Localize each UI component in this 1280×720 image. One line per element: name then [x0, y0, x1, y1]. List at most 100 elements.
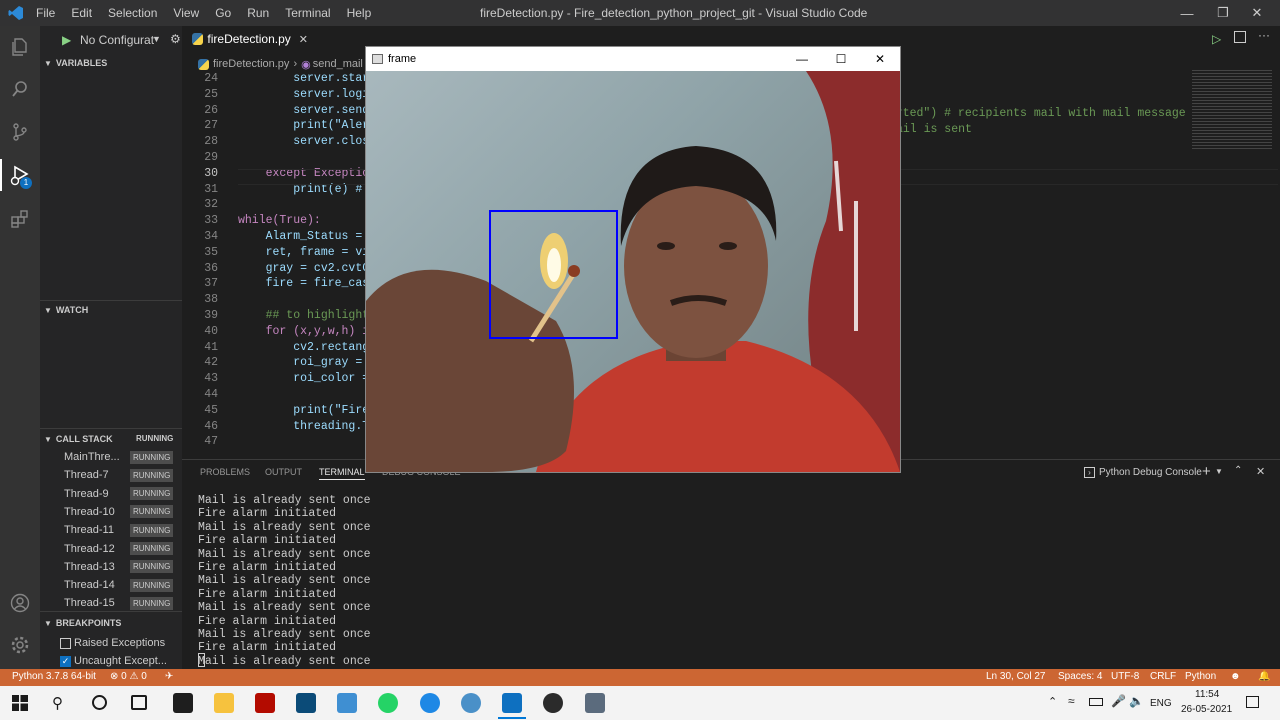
function-icon: ◉	[301, 58, 311, 71]
clock-date[interactable]: 26-05-2021	[1181, 704, 1232, 715]
input-language[interactable]: ENG	[1150, 698, 1172, 709]
breakpoints-section-header[interactable]: ▼ BREAKPOINTS	[40, 612, 182, 634]
breadcrumb-file[interactable]: fireDetection.py	[213, 58, 289, 70]
variables-section-header[interactable]: ▼ VARIABLES	[40, 52, 182, 74]
menu-go[interactable]: Go	[215, 6, 231, 20]
indentation[interactable]: Spaces: 4	[1058, 671, 1102, 682]
tab-terminal[interactable]: TERMINAL	[319, 467, 365, 480]
thread-row[interactable]: Thread-10 RUNNING	[64, 503, 180, 521]
call-stack-section-header[interactable]: ▼ CALL STACK RUNNING	[40, 428, 182, 450]
terminal-select[interactable]: Python Debug Console	[1099, 467, 1202, 478]
line-number: 33	[204, 214, 218, 228]
chevron-down-icon[interactable]: ▼	[1215, 467, 1223, 476]
thread-row[interactable]: Thread-7 RUNNING	[64, 466, 180, 484]
line-ending[interactable]: CRLF	[1150, 671, 1176, 682]
settings-gear-icon[interactable]	[8, 633, 32, 657]
thread-status-badge: RUNNING	[130, 505, 174, 519]
explorer-icon[interactable]	[8, 35, 32, 59]
telegram-icon[interactable]	[461, 693, 481, 713]
thread-row[interactable]: Thread-9 RUNNING	[64, 485, 180, 503]
thread-row[interactable]: Thread-11 RUNNING	[64, 521, 180, 539]
file-explorer-icon[interactable]	[214, 693, 234, 713]
menu-view[interactable]: View	[173, 6, 199, 20]
close-panel-icon[interactable]: ✕	[1256, 465, 1265, 478]
maximize-icon[interactable]: ☐	[821, 47, 861, 71]
active-app-underline	[498, 717, 526, 719]
source-control-icon[interactable]	[8, 120, 32, 144]
gear-icon[interactable]: ⚙	[170, 32, 181, 46]
notifications-icon[interactable]: 🔔	[1258, 671, 1270, 682]
problems-count[interactable]: ⊗ 0 ⚠ 0	[110, 671, 147, 682]
menu-terminal[interactable]: Terminal	[285, 6, 330, 20]
tab-output[interactable]: OUTPUT	[265, 467, 302, 477]
thread-row[interactable]: Thread-13 RUNNING	[64, 558, 180, 576]
editor-tab[interactable]: fireDetection.py ✕	[182, 26, 308, 52]
line-number: 45	[204, 403, 218, 417]
line-number: 38	[204, 293, 218, 307]
breakpoint-raised-exceptions[interactable]: Raised Exceptions	[60, 634, 180, 652]
thread-row[interactable]: Thread-15 RUNNING	[64, 594, 180, 612]
task-view-icon[interactable]	[131, 695, 147, 710]
search-icon[interactable]	[8, 77, 32, 101]
battery-icon[interactable]	[1089, 698, 1103, 706]
acrobat-icon[interactable]	[255, 693, 275, 713]
obs-icon[interactable]	[543, 693, 563, 713]
cursor-position[interactable]: Ln 30, Col 27	[986, 671, 1046, 682]
tab-problems[interactable]: PROBLEMS	[200, 467, 250, 477]
python-window-icon[interactable]	[585, 693, 605, 713]
app-icon[interactable]	[337, 693, 357, 713]
checkbox-unchecked[interactable]	[60, 637, 71, 649]
vscode-taskbar-icon[interactable]	[502, 693, 522, 713]
clock-time[interactable]: 11:54	[1195, 689, 1219, 700]
line-number: 37	[204, 277, 218, 291]
debug-config-select[interactable]: No Configurat	[80, 33, 154, 47]
tray-chevron-up-icon[interactable]: ⌃	[1048, 695, 1057, 708]
split-editor-icon[interactable]	[1234, 31, 1246, 43]
run-file-icon[interactable]: ▷	[1212, 32, 1221, 46]
menu-edit[interactable]: Edit	[71, 6, 92, 20]
thread-row[interactable]: MainThre... RUNNING	[64, 448, 180, 466]
close-icon[interactable]: ✕	[860, 47, 900, 71]
thread-row[interactable]: Thread-14 RUNNING	[64, 576, 180, 594]
chevron-down-icon[interactable]: ▼	[152, 34, 161, 44]
search-icon[interactable]: ⚲	[52, 694, 63, 712]
menu-file[interactable]: File	[36, 6, 55, 20]
menu-run[interactable]: Run	[247, 6, 269, 20]
extensions-icon[interactable]	[8, 207, 32, 231]
new-terminal-icon[interactable]: +	[1202, 463, 1211, 480]
checkbox-checked[interactable]: ✓	[60, 655, 71, 667]
opencv-frame-window[interactable]: frame — ☐ ✕	[365, 46, 901, 473]
thread-name: Thread-11	[64, 524, 114, 537]
language-mode[interactable]: Python	[1185, 671, 1216, 682]
line-number: 36	[204, 261, 218, 275]
pycharm-icon[interactable]	[296, 693, 316, 713]
debug-status-icon[interactable]: ✈	[165, 671, 173, 682]
action-center-icon[interactable]	[1246, 696, 1259, 708]
minimap[interactable]	[1192, 70, 1272, 150]
store-icon[interactable]	[173, 693, 193, 713]
menu-selection[interactable]: Selection	[108, 6, 157, 20]
browser-icon[interactable]	[420, 693, 440, 713]
cortana-icon[interactable]	[92, 695, 107, 710]
feedback-icon[interactable]: ☻	[1230, 671, 1241, 682]
account-icon[interactable]	[8, 591, 32, 615]
volume-icon[interactable]: 🔈	[1129, 694, 1144, 708]
breakpoint-uncaught-exceptions[interactable]: ✓ Uncaught Except...	[60, 652, 182, 670]
breadcrumb-symbol[interactable]: send_mail	[313, 58, 363, 70]
python-interpreter[interactable]: Python 3.7.8 64-bit	[12, 671, 96, 682]
more-actions-icon[interactable]: ···	[1258, 28, 1270, 42]
minimize-icon[interactable]: —	[782, 47, 822, 71]
code-line: Alarm_Status = F	[238, 230, 377, 243]
close-icon[interactable]: ✕	[1234, 0, 1280, 26]
wifi-icon[interactable]: ≈	[1068, 694, 1075, 708]
windows-start-icon[interactable]	[12, 695, 28, 711]
microphone-icon[interactable]: 🎤	[1111, 694, 1126, 708]
maximize-panel-icon[interactable]: ⌃	[1234, 465, 1242, 476]
menu-help[interactable]: Help	[347, 6, 372, 20]
thread-row[interactable]: Thread-12 RUNNING	[64, 540, 180, 558]
start-debug-icon[interactable]: ▶	[62, 33, 71, 47]
close-tab-icon[interactable]: ✕	[299, 33, 308, 46]
watch-section-header[interactable]: ▼ WATCH	[40, 299, 182, 321]
whatsapp-icon[interactable]	[378, 693, 398, 713]
encoding[interactable]: UTF-8	[1111, 671, 1139, 682]
